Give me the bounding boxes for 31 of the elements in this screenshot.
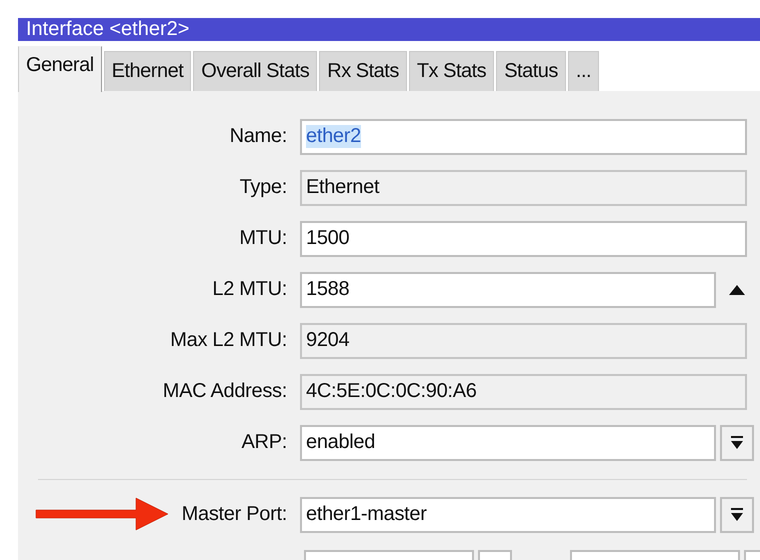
readonly-field: 9204 xyxy=(300,322,747,358)
dropdown-icon xyxy=(731,508,743,522)
readonly-field: 4C:5E:0C:0C:90:A6 xyxy=(300,374,747,410)
field-label: MTU: xyxy=(239,227,287,250)
field-label: Type: xyxy=(240,176,287,199)
input-field[interactable]: ether2 xyxy=(300,118,747,154)
field-label: Max L2 MTU: xyxy=(170,329,287,352)
input-field[interactable]: 1500 xyxy=(300,220,747,256)
tab[interactable]: Tx Stats xyxy=(408,51,494,91)
tab[interactable]: Ethernet xyxy=(104,51,192,91)
tab[interactable]: Overall Stats xyxy=(193,51,318,91)
field-label: ARP: xyxy=(242,431,287,454)
dropdown-icon xyxy=(731,436,743,450)
dropdown-button[interactable] xyxy=(720,424,754,460)
input-field[interactable]: 1588 xyxy=(300,272,716,308)
tab[interactable]: Status xyxy=(496,51,566,91)
dropdown-button[interactable] xyxy=(720,496,754,532)
tab[interactable]: ... xyxy=(568,51,600,91)
field-label: MAC Address: xyxy=(162,380,287,403)
dropdown-field[interactable]: enabled xyxy=(300,424,716,460)
readonly-field: Ethernet xyxy=(300,170,747,206)
field-label: Master Port: xyxy=(182,503,287,526)
collapse-button[interactable] xyxy=(729,284,745,294)
window-title: Interface <ether2> xyxy=(26,18,190,41)
input-field[interactable] xyxy=(304,550,474,560)
tab[interactable]: Rx Stats xyxy=(319,51,407,91)
field-label: Name: xyxy=(230,125,287,148)
dropdown-field[interactable]: ether1-master xyxy=(300,496,716,532)
field-label: L2 MTU: xyxy=(212,278,287,301)
input-field[interactable] xyxy=(570,550,740,560)
tab[interactable]: General xyxy=(18,46,102,92)
